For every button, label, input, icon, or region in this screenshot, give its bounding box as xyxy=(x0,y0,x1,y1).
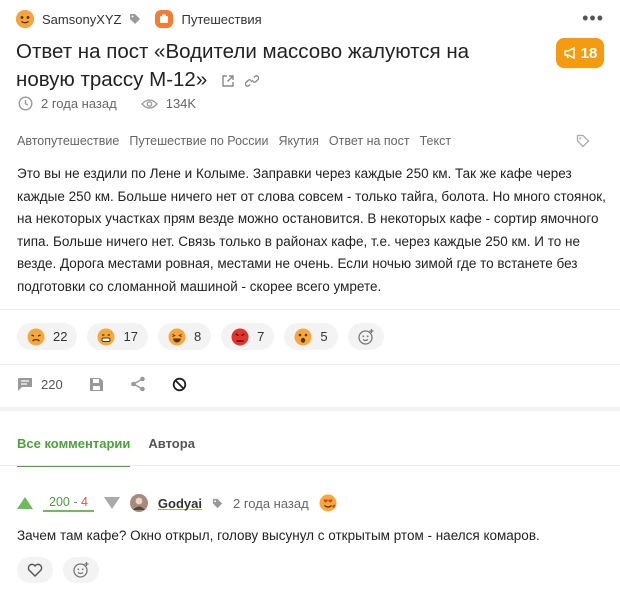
post-actions: 220 xyxy=(17,376,187,392)
tag-link[interactable]: Автопутешествие xyxy=(17,134,119,148)
clock-icon xyxy=(18,96,33,111)
more-options-icon[interactable]: ••• xyxy=(582,8,604,29)
score-minus: 4 xyxy=(80,494,88,509)
reactions-bar: 22 17 8 7 5 xyxy=(17,323,384,350)
commenter-name[interactable]: Godyai xyxy=(158,496,202,511)
share-icon xyxy=(130,376,146,392)
megaphone-icon xyxy=(563,46,577,60)
score-separator: - xyxy=(69,494,81,509)
tag-icon xyxy=(212,498,223,509)
add-reaction-button[interactable] xyxy=(347,323,384,350)
angry-face-icon xyxy=(231,328,249,346)
tag-link[interactable]: Ответ на пост xyxy=(329,134,410,148)
comment-actions xyxy=(17,557,607,583)
heart-icon xyxy=(27,563,43,577)
scared-face-icon xyxy=(294,328,312,346)
tired-face-icon xyxy=(27,328,45,346)
post-rating-value: 18 xyxy=(580,44,598,62)
comment-tabs: Все комментарии Автора xyxy=(17,436,195,467)
divider xyxy=(0,309,620,310)
save-icon xyxy=(89,377,104,392)
reaction-angry[interactable]: 7 xyxy=(221,323,275,350)
post-body: Это вы не ездили по Лене и Колыме. Запра… xyxy=(17,166,606,294)
section-divider xyxy=(0,407,620,411)
tab-author-comments[interactable]: Автора xyxy=(148,436,195,467)
score-plus: 200 xyxy=(49,494,70,509)
comment-time: 2 года назад xyxy=(233,495,309,511)
comment-header: 200 - 4 Godyai 2 года назад xyxy=(17,494,607,512)
post-time: 2 года назад xyxy=(41,96,117,111)
comment: 200 - 4 Godyai 2 года назад Зачем там ка… xyxy=(17,494,607,583)
tag-link[interactable]: Текст xyxy=(420,134,451,148)
comment-icon xyxy=(17,377,33,392)
save-button[interactable] xyxy=(89,377,104,392)
reaction-count: 5 xyxy=(320,329,328,344)
post-title[interactable]: Ответ на пост «Водители массово жалуются… xyxy=(16,38,516,94)
add-emoji-icon xyxy=(72,561,90,579)
divider xyxy=(0,465,620,466)
reaction-tired[interactable]: 22 xyxy=(17,323,78,350)
reaction-scared[interactable]: 5 xyxy=(284,323,338,350)
reaction-count: 8 xyxy=(193,329,202,344)
community-icon[interactable] xyxy=(155,10,174,28)
share-button[interactable] xyxy=(130,376,146,392)
comments-button[interactable]: 220 xyxy=(17,377,63,392)
post-tags: Автопутешествие Путешествие по России Як… xyxy=(17,134,604,148)
divider xyxy=(0,364,620,365)
copy-link-icon[interactable] xyxy=(244,74,259,88)
external-link-icon[interactable] xyxy=(221,74,235,88)
community-name[interactable]: Путешествия xyxy=(181,12,261,27)
author-name[interactable]: SamsonyXYZ xyxy=(42,12,121,27)
tag-link[interactable]: Якутия xyxy=(279,134,319,148)
comment-score: 200 - 4 xyxy=(43,495,94,512)
heart-eyes-icon xyxy=(319,494,337,512)
eye-icon xyxy=(140,98,158,110)
comment-text: Зачем там кафе? Окно открыл, голову высу… xyxy=(17,528,540,543)
commenter-avatar[interactable] xyxy=(129,494,148,512)
reaction-count: 22 xyxy=(53,329,68,344)
tag-link[interactable]: Путешествие по России xyxy=(129,134,268,148)
hide-button[interactable] xyxy=(172,377,187,392)
like-comment-button[interactable] xyxy=(17,557,53,583)
comments-count: 220 xyxy=(41,376,63,392)
add-emoji-icon xyxy=(357,328,375,346)
post-rating-badge[interactable]: 18 xyxy=(556,38,604,68)
tag-outline-icon[interactable] xyxy=(576,134,590,148)
reaction-grin-sweat[interactable]: 17 xyxy=(87,323,148,350)
post-meta: 2 года назад 134K xyxy=(18,96,196,111)
comment-vote: 200 - 4 xyxy=(17,495,120,512)
downvote-icon[interactable] xyxy=(103,497,120,509)
post-header: SamsonyXYZ Путешествия ••• xyxy=(16,8,604,30)
tab-all-comments[interactable]: Все комментарии xyxy=(17,436,131,467)
post-views: 134K xyxy=(165,96,197,111)
tag-icon xyxy=(129,13,141,25)
laughing-face-icon xyxy=(168,328,186,346)
reaction-count: 17 xyxy=(123,329,138,344)
reaction-laughing[interactable]: 8 xyxy=(157,323,212,350)
upvote-icon[interactable] xyxy=(17,497,33,509)
author-avatar[interactable] xyxy=(16,10,34,28)
comment-add-reaction-button[interactable] xyxy=(63,557,99,583)
block-icon xyxy=(172,377,187,392)
grin-sweat-icon xyxy=(97,328,115,346)
reaction-count: 7 xyxy=(257,329,265,344)
